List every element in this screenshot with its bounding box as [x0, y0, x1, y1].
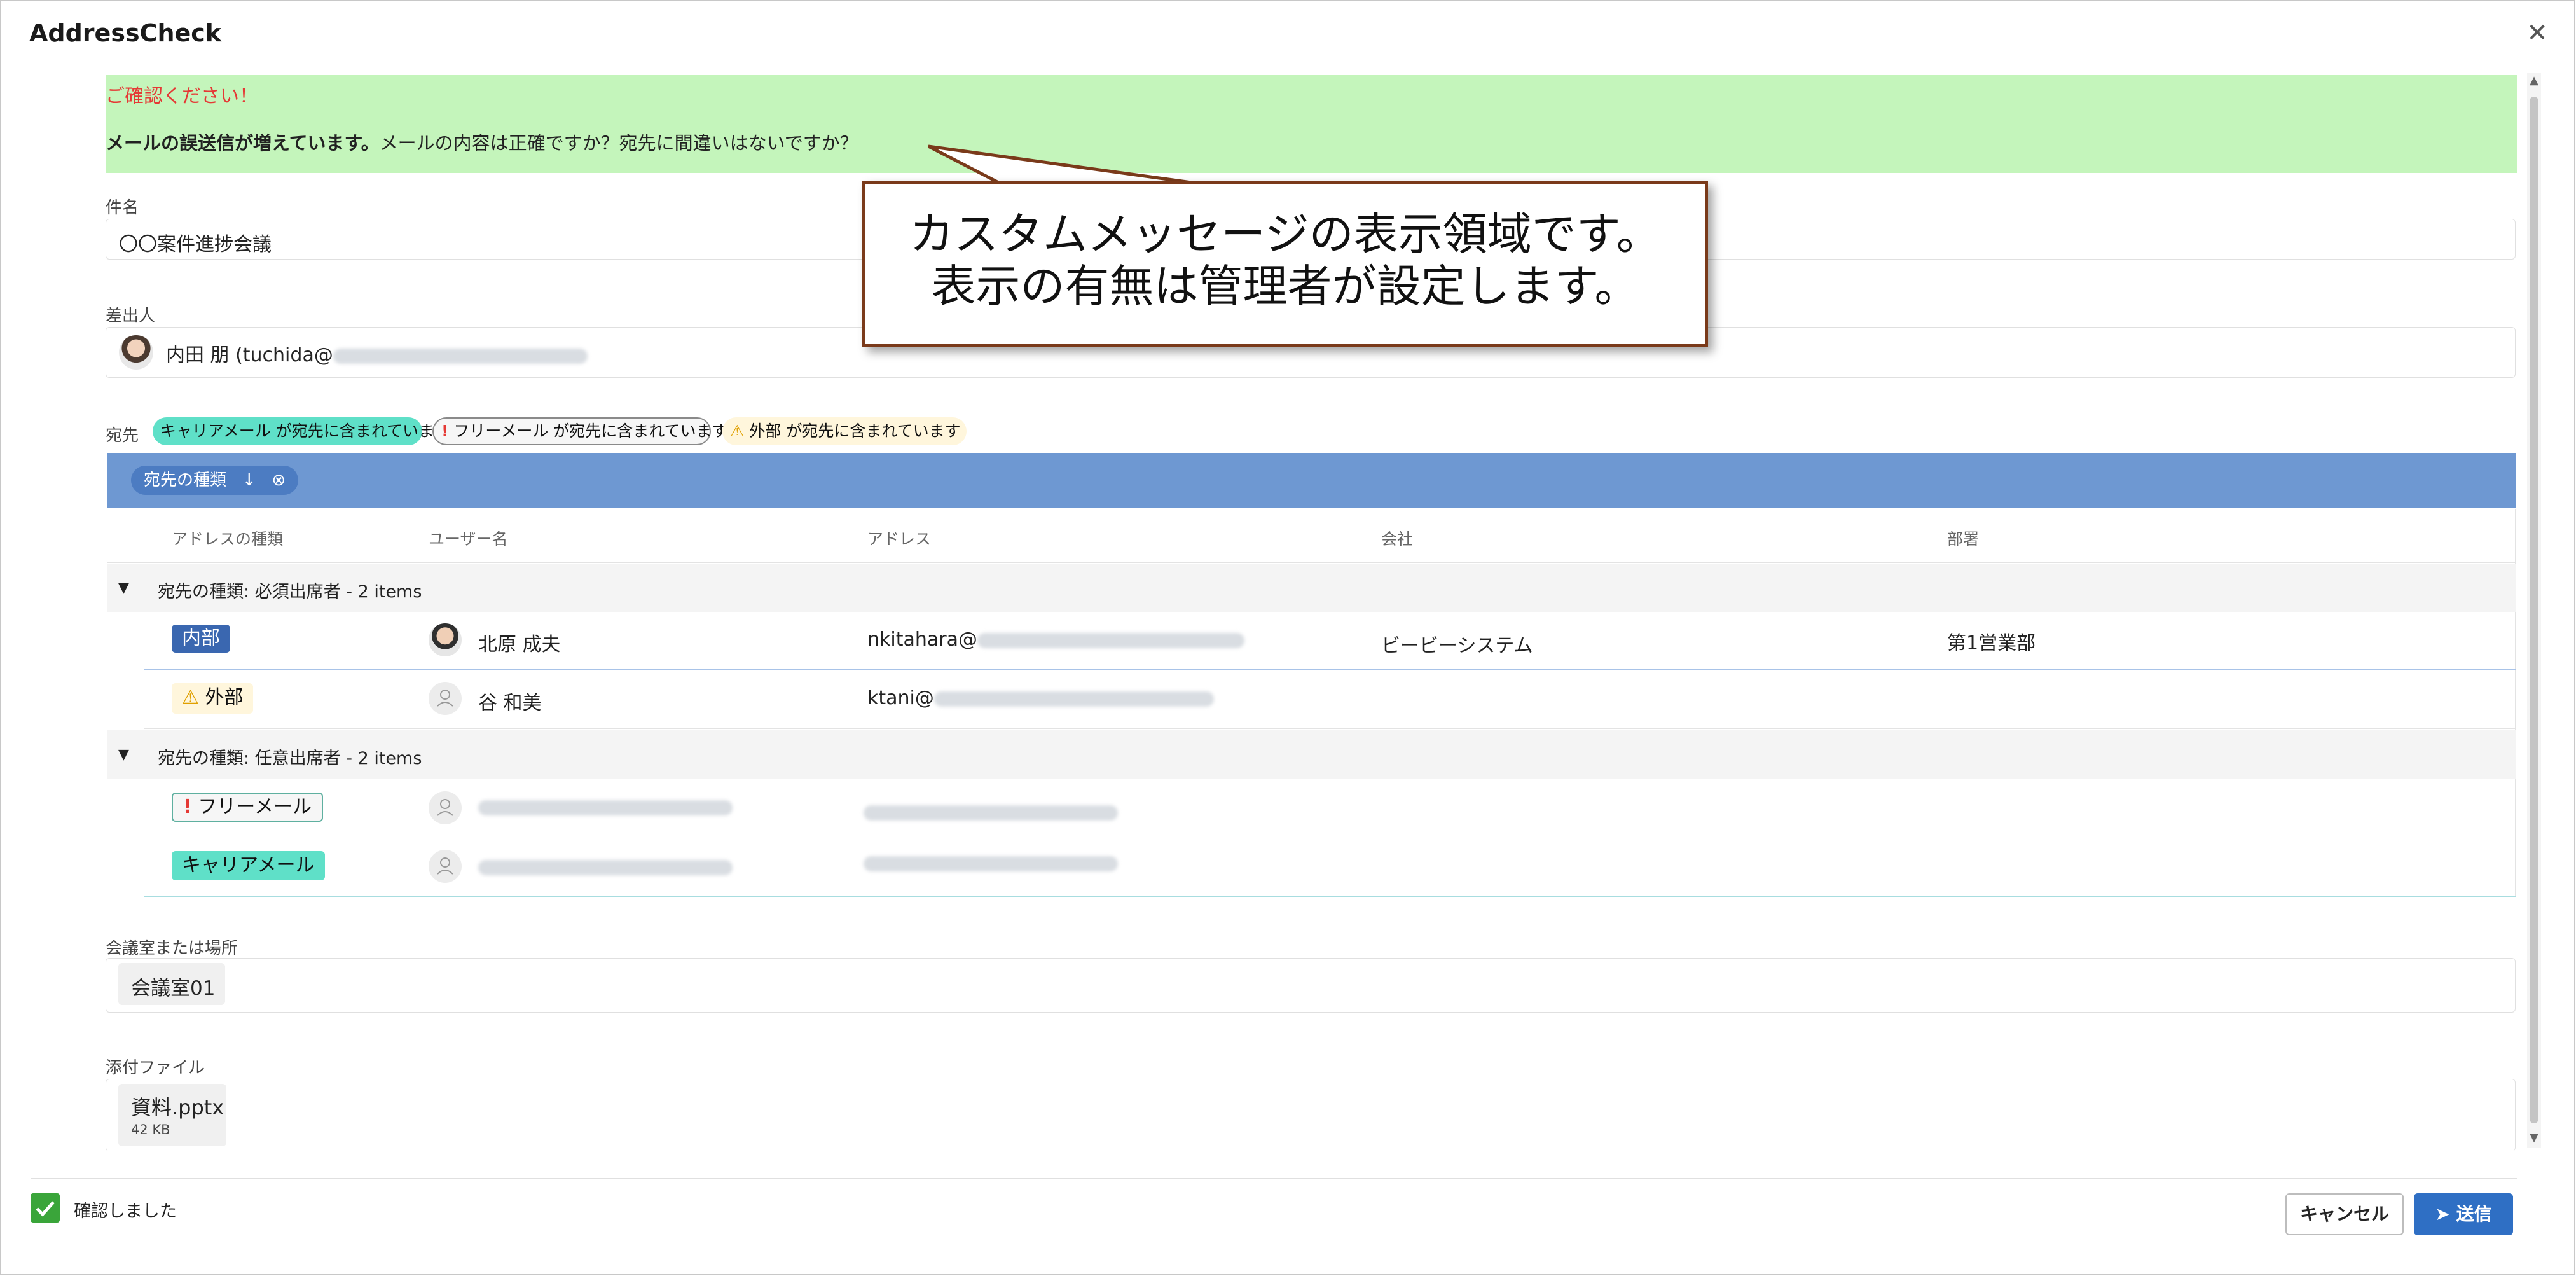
col-header-department[interactable]: 部署: [1947, 527, 1979, 550]
internal-tag: 内部: [172, 625, 230, 653]
location-field: [106, 958, 2516, 1013]
confirm-label: 確認しました: [74, 1202, 177, 1221]
tag-label: 外部: [205, 686, 244, 709]
banner-text: メールの内容は正確ですか？宛先に間違いはないですか？: [379, 132, 858, 154]
sender-label: 差出人: [106, 307, 156, 326]
external-tag: ⚠ 外部: [172, 683, 254, 714]
remove-icon[interactable]: ⊗: [272, 471, 286, 490]
sort-down-icon[interactable]: ↓: [242, 471, 256, 490]
send-button[interactable]: ➤ 送信: [2414, 1193, 2513, 1235]
redacted-domain: [977, 632, 1244, 648]
redacted-address: [864, 856, 1118, 871]
warning-icon: ⚠: [182, 686, 199, 709]
chip-label: 宛先の種類: [144, 471, 227, 490]
file-size: 42 KB: [131, 1122, 170, 1137]
badge-text: キャリアメール が宛先に含まれています: [160, 422, 450, 440]
carrier-warning-badge: キャリアメール が宛先に含まれています: [153, 417, 450, 445]
col-header-type[interactable]: アドレスの種類: [172, 527, 283, 550]
redacted-domain: [933, 691, 1214, 707]
close-icon[interactable]: ✕: [2524, 20, 2550, 46]
confirm-checkbox[interactable]: [31, 1193, 60, 1223]
person-icon: [429, 791, 462, 824]
carrier-tag: キャリアメール: [172, 851, 325, 880]
redacted-text: [864, 856, 1118, 871]
send-label: 送信: [2456, 1203, 2492, 1224]
company: ビービーシステム: [1381, 635, 1533, 657]
redacted-domain: [333, 348, 588, 364]
banner-warning: ご確認ください！: [106, 85, 258, 107]
location-value: 会議室01: [131, 977, 216, 1000]
external-warning-badge: ⚠ 外部 が宛先に含まれています: [722, 417, 967, 445]
footer-divider: [31, 1178, 2517, 1179]
tag-label: 内部: [182, 627, 220, 649]
redacted-user-name: [478, 800, 733, 815]
person-icon: [429, 850, 462, 883]
person-icon: [429, 682, 462, 715]
caret-down-icon[interactable]: ▼: [118, 747, 129, 763]
header-divider: [107, 562, 2516, 563]
caret-down-icon[interactable]: ▼: [118, 580, 129, 596]
exclamation-icon: !: [183, 796, 192, 818]
scrollbar-thumb[interactable]: [2530, 97, 2538, 1123]
col-header-company[interactable]: 会社: [1381, 527, 1413, 550]
tag-label: キャリアメール: [182, 854, 315, 877]
avatar: [429, 623, 462, 656]
address: nkitahara@: [867, 628, 1244, 651]
file-name: 資料.pptx: [131, 1095, 224, 1120]
attachments-label: 添付ファイル: [106, 1058, 205, 1078]
dialog-title: AddressCheck: [29, 19, 222, 47]
user-name: 北原 成夫: [478, 634, 561, 656]
attachments-field: [106, 1079, 2516, 1151]
badge-text: 外部 が宛先に含まれています: [749, 422, 961, 440]
group-by-chip[interactable]: 宛先の種類 ↓ ⊗: [131, 466, 299, 495]
redacted-address: [864, 805, 1118, 821]
recipients-label: 宛先: [106, 426, 139, 445]
redacted-text: [478, 860, 733, 875]
location-chip[interactable]: 会議室01: [118, 963, 225, 1005]
exclamation-icon: !: [441, 422, 449, 440]
scroll-down-icon[interactable]: ▼: [2527, 1131, 2541, 1144]
warning-icon: ⚠: [730, 422, 745, 440]
scrollbar[interactable]: ▲ ▼: [2527, 73, 2541, 1148]
user-name: 谷 和美: [478, 692, 542, 714]
department: 第1営業部: [1947, 632, 2036, 655]
avatar: [119, 335, 153, 370]
freemail-warning-badge: ! フリーメール が宛先に含まれています: [432, 417, 728, 445]
banner-bold: メールの誤送信が増えています。: [106, 132, 380, 154]
subject-label: 件名: [106, 198, 139, 218]
tag-label: フリーメール: [198, 796, 312, 818]
scroll-up-icon[interactable]: ▲: [2527, 74, 2541, 87]
group-title: 宛先の種類: 必須出席者 - 2 items: [158, 582, 422, 602]
group-header-optional[interactable]: ▼ 宛先の種類: 任意出席者 - 2 items: [107, 730, 2516, 779]
custom-message-banner: ご確認ください！ メールの誤送信が増えています。メールの内容は正確ですか？宛先に…: [106, 75, 2517, 173]
freemail-tag: ! フリーメール: [172, 793, 324, 822]
group-by-bar: 宛先の種類 ↓ ⊗: [107, 453, 2516, 508]
col-header-username[interactable]: ユーザー名: [429, 527, 508, 550]
address: ktani@: [867, 687, 1214, 709]
banner-message: メールの誤送信が増えています。メールの内容は正確ですか？宛先に間違いはないですか…: [106, 128, 858, 155]
send-icon: ➤: [2435, 1203, 2450, 1224]
attachment-file[interactable]: 資料.pptx 42 KB: [118, 1084, 226, 1146]
group-title: 宛先の種類: 任意出席者 - 2 items: [158, 749, 422, 768]
address-local: nkitahara@: [867, 628, 977, 651]
checkmark-icon: [36, 1201, 55, 1217]
col-header-address[interactable]: アドレス: [867, 527, 931, 550]
cancel-button[interactable]: キャンセル: [2285, 1193, 2404, 1235]
redacted-text: [864, 805, 1118, 821]
location-label: 会議室または場所: [106, 939, 238, 958]
callout-line-1: カスタムメッセージの表示領域です。: [909, 208, 1661, 260]
sender-value: 内田 朋 (tuchida@: [166, 339, 588, 367]
subject-value: 〇〇案件進捗会議: [119, 233, 272, 256]
badge-text: フリーメール が宛先に含まれています: [453, 422, 728, 440]
redacted-user-name: [478, 860, 733, 875]
address-local: ktani@: [867, 687, 934, 709]
sender-name: 内田 朋 (tuchida@: [166, 344, 333, 366]
callout-line-2: 表示の有無は管理者が設定します。: [931, 260, 1639, 312]
group-header-required[interactable]: ▼ 宛先の種類: 必須出席者 - 2 items: [107, 564, 2516, 612]
redacted-text: [478, 800, 733, 815]
callout-box: カスタムメッセージの表示領域です。 表示の有無は管理者が設定します。: [862, 181, 1708, 347]
